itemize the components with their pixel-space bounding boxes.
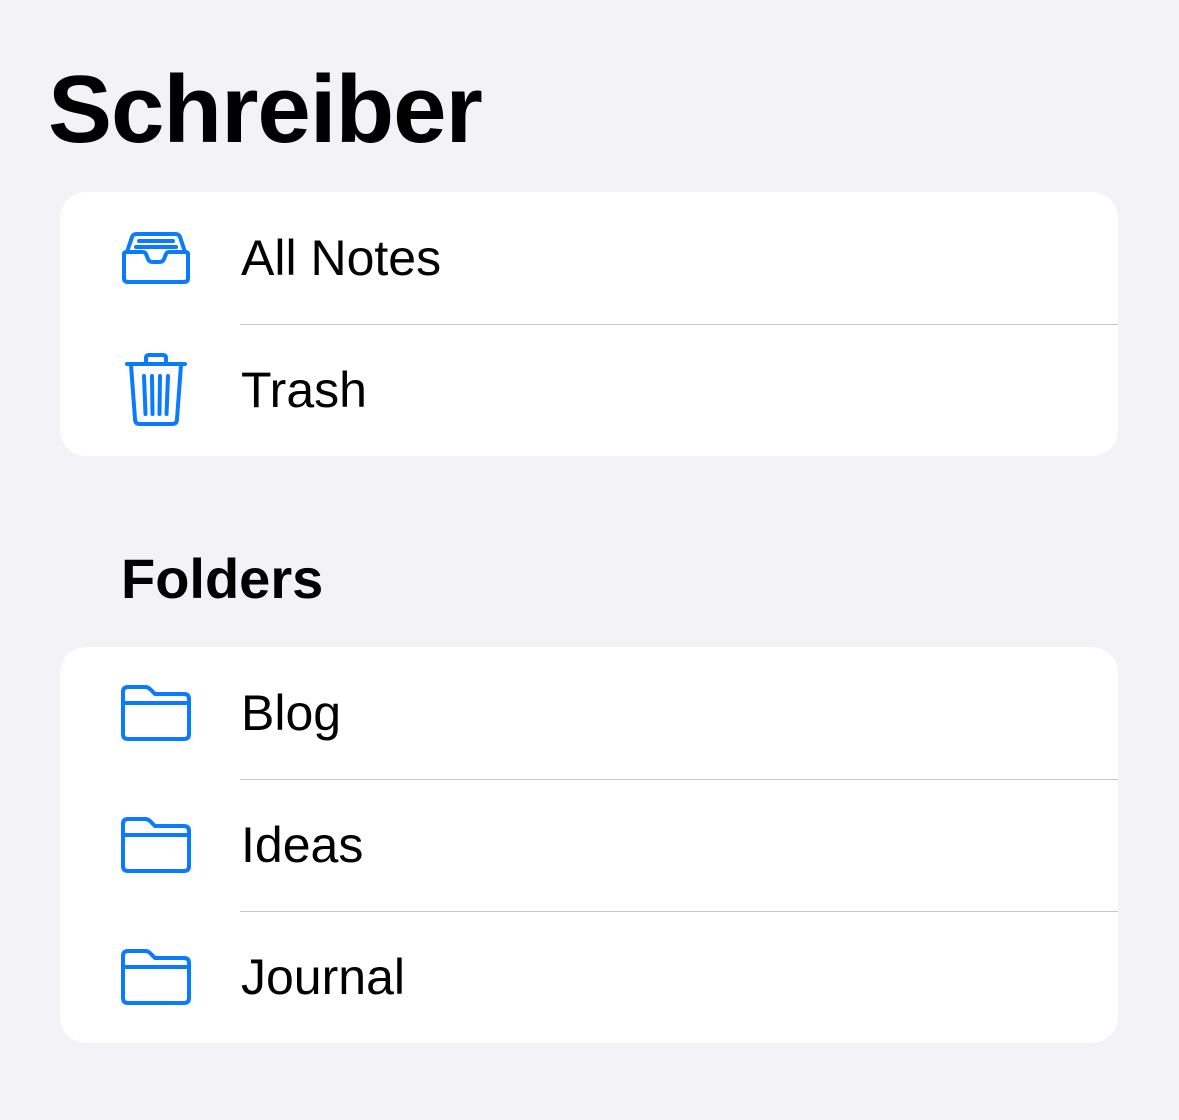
folders-list: Blog Ideas Journal	[60, 647, 1118, 1043]
sidebar-item-label: Blog	[241, 685, 342, 741]
folder-icon	[117, 911, 195, 1043]
sidebar-item-ideas[interactable]: Ideas	[60, 779, 1118, 911]
trash-icon	[117, 324, 195, 456]
page-title: Schreiber	[48, 56, 483, 163]
sidebar-item-label: Trash	[241, 362, 367, 418]
folders-section-header: Folders	[121, 547, 324, 610]
folder-icon	[117, 647, 195, 779]
sidebar-item-all-notes[interactable]: All Notes	[60, 192, 1118, 324]
sidebar-item-label: All Notes	[241, 230, 442, 286]
sidebar-item-label: Ideas	[241, 817, 364, 873]
sidebar-item-label: Journal	[241, 949, 405, 1005]
folder-icon	[117, 779, 195, 911]
sidebar-item-journal[interactable]: Journal	[60, 911, 1118, 1043]
sidebar-item-blog[interactable]: Blog	[60, 647, 1118, 779]
sidebar-item-trash[interactable]: Trash	[60, 324, 1118, 456]
tray-icon	[117, 192, 195, 324]
library-list: All Notes Trash	[60, 192, 1118, 456]
